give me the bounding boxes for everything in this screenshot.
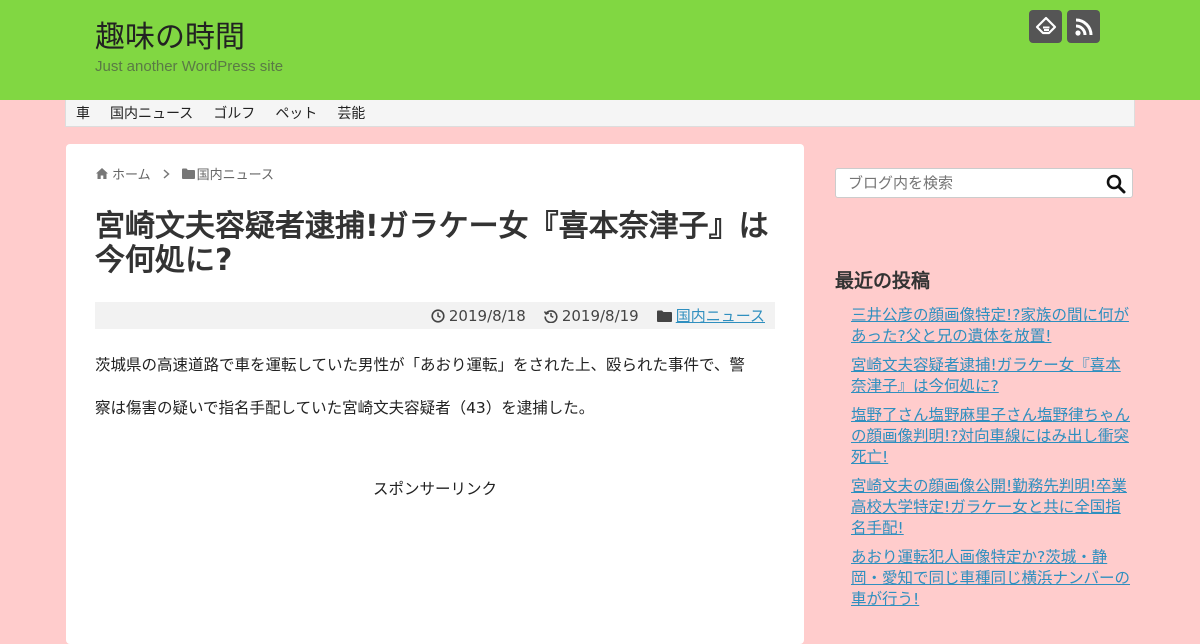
search-form: [835, 168, 1133, 198]
search-icon[interactable]: [1106, 174, 1126, 194]
breadcrumb-category[interactable]: 国内ニュース: [197, 164, 274, 183]
recent-post-link[interactable]: 宮崎文夫の顔画像公開!勤務先判明!卒業高校大学特定!ガラケー女と共に全国指名手配…: [851, 477, 1127, 537]
history-icon: [543, 309, 558, 323]
clock-icon: [431, 308, 445, 323]
nav-item-golf[interactable]: ゴルフ: [203, 103, 265, 123]
recent-post-link[interactable]: あおり運転犯人画像特定か?茨城・静岡・愛知で同じ車種同じ横浜ナンバーの車が行う!: [851, 548, 1130, 608]
feedly-icon[interactable]: [1029, 10, 1062, 43]
nav-item-pet[interactable]: ペット: [265, 103, 327, 123]
list-item: あおり運転犯人画像特定か?茨城・静岡・愛知で同じ車種同じ横浜ナンバーの車が行う!: [851, 547, 1135, 610]
post-meta: 2019/8/18 2019/8/19 国内ニュース: [95, 302, 775, 329]
list-item: 宮崎文夫容疑者逮捕!ガラケー女『喜本奈津子』は今何処に?: [851, 355, 1135, 397]
folder-icon: [656, 310, 672, 322]
recent-post-link[interactable]: 宮崎文夫容疑者逮捕!ガラケー女『喜本奈津子』は今何処に?: [851, 356, 1121, 395]
recent-posts-title: 最近の投稿: [835, 270, 931, 292]
nav-item-entertainment[interactable]: 芸能: [327, 103, 375, 123]
post-category: 国内ニュース: [656, 305, 765, 326]
published-date-text: 2019/8/18: [448, 306, 526, 325]
chevron-right-icon: [163, 168, 170, 179]
post-paragraph-line: 茨城県の高速道路で車を運転していた男性が「あおり運転」をされた上、殴られた事件で…: [95, 356, 745, 374]
home-icon: [96, 168, 108, 179]
post-body: 茨城県の高速道路で車を運転していた男性が「あおり運転」をされた上、殴られた事件で…: [95, 344, 775, 430]
rss-icon[interactable]: [1067, 10, 1100, 43]
article-panel: ホーム 国内ニュース 宮崎文夫容疑者逮捕!ガラケー女『喜本奈津子』は今何処に? …: [66, 144, 804, 644]
breadcrumb: ホーム 国内ニュース: [96, 164, 274, 183]
recent-post-link[interactable]: 塩野了さん塩野麻里子さん塩野律ちゃんの顔画像判明!?対向車線にはみ出し衝突死亡!: [851, 406, 1130, 466]
recent-posts-list: 三井公彦の顔画像特定!?家族の間に何があった?父と兄の遺体を放置! 宮崎文夫容疑…: [851, 305, 1135, 618]
site-header: 趣味の時間 Just another WordPress site: [0, 0, 1200, 100]
nav-item-domestic-news[interactable]: 国内ニュース: [100, 103, 203, 123]
breadcrumb-home[interactable]: ホーム: [112, 164, 151, 183]
site-description: Just another WordPress site: [95, 58, 284, 75]
sponsor-label: スポンサーリンク: [372, 480, 497, 498]
folder-icon: [181, 168, 195, 179]
post-title: 宮崎文夫容疑者逮捕!ガラケー女『喜本奈津子』は今何処に?: [95, 209, 769, 278]
search-input[interactable]: [836, 169, 1103, 197]
updated-date-text: 2019/8/19: [561, 306, 639, 325]
site-title[interactable]: 趣味の時間: [95, 12, 245, 56]
list-item: 宮崎文夫の顔画像公開!勤務先判明!卒業高校大学特定!ガラケー女と共に全国指名手配…: [851, 476, 1135, 539]
main-navigation: 車 国内ニュース ゴルフ ペット 芸能: [65, 100, 1135, 127]
recent-post-link[interactable]: 三井公彦の顔画像特定!?家族の間に何があった?父と兄の遺体を放置!: [851, 306, 1129, 345]
post-category-link[interactable]: 国内ニュース: [676, 305, 765, 326]
list-item: 塩野了さん塩野麻里子さん塩野律ちゃんの顔画像判明!?対向車線にはみ出し衝突死亡!: [851, 405, 1135, 468]
post-paragraph-line: 察は傷害の疑いで指名手配していた宮崎文夫容疑者（43）を逮捕した。: [95, 399, 595, 417]
published-date: 2019/8/18: [431, 307, 526, 325]
updated-date: 2019/8/19: [543, 306, 639, 325]
nav-item-car[interactable]: 車: [66, 103, 100, 123]
list-item: 三井公彦の顔画像特定!?家族の間に何があった?父と兄の遺体を放置!: [851, 305, 1135, 347]
